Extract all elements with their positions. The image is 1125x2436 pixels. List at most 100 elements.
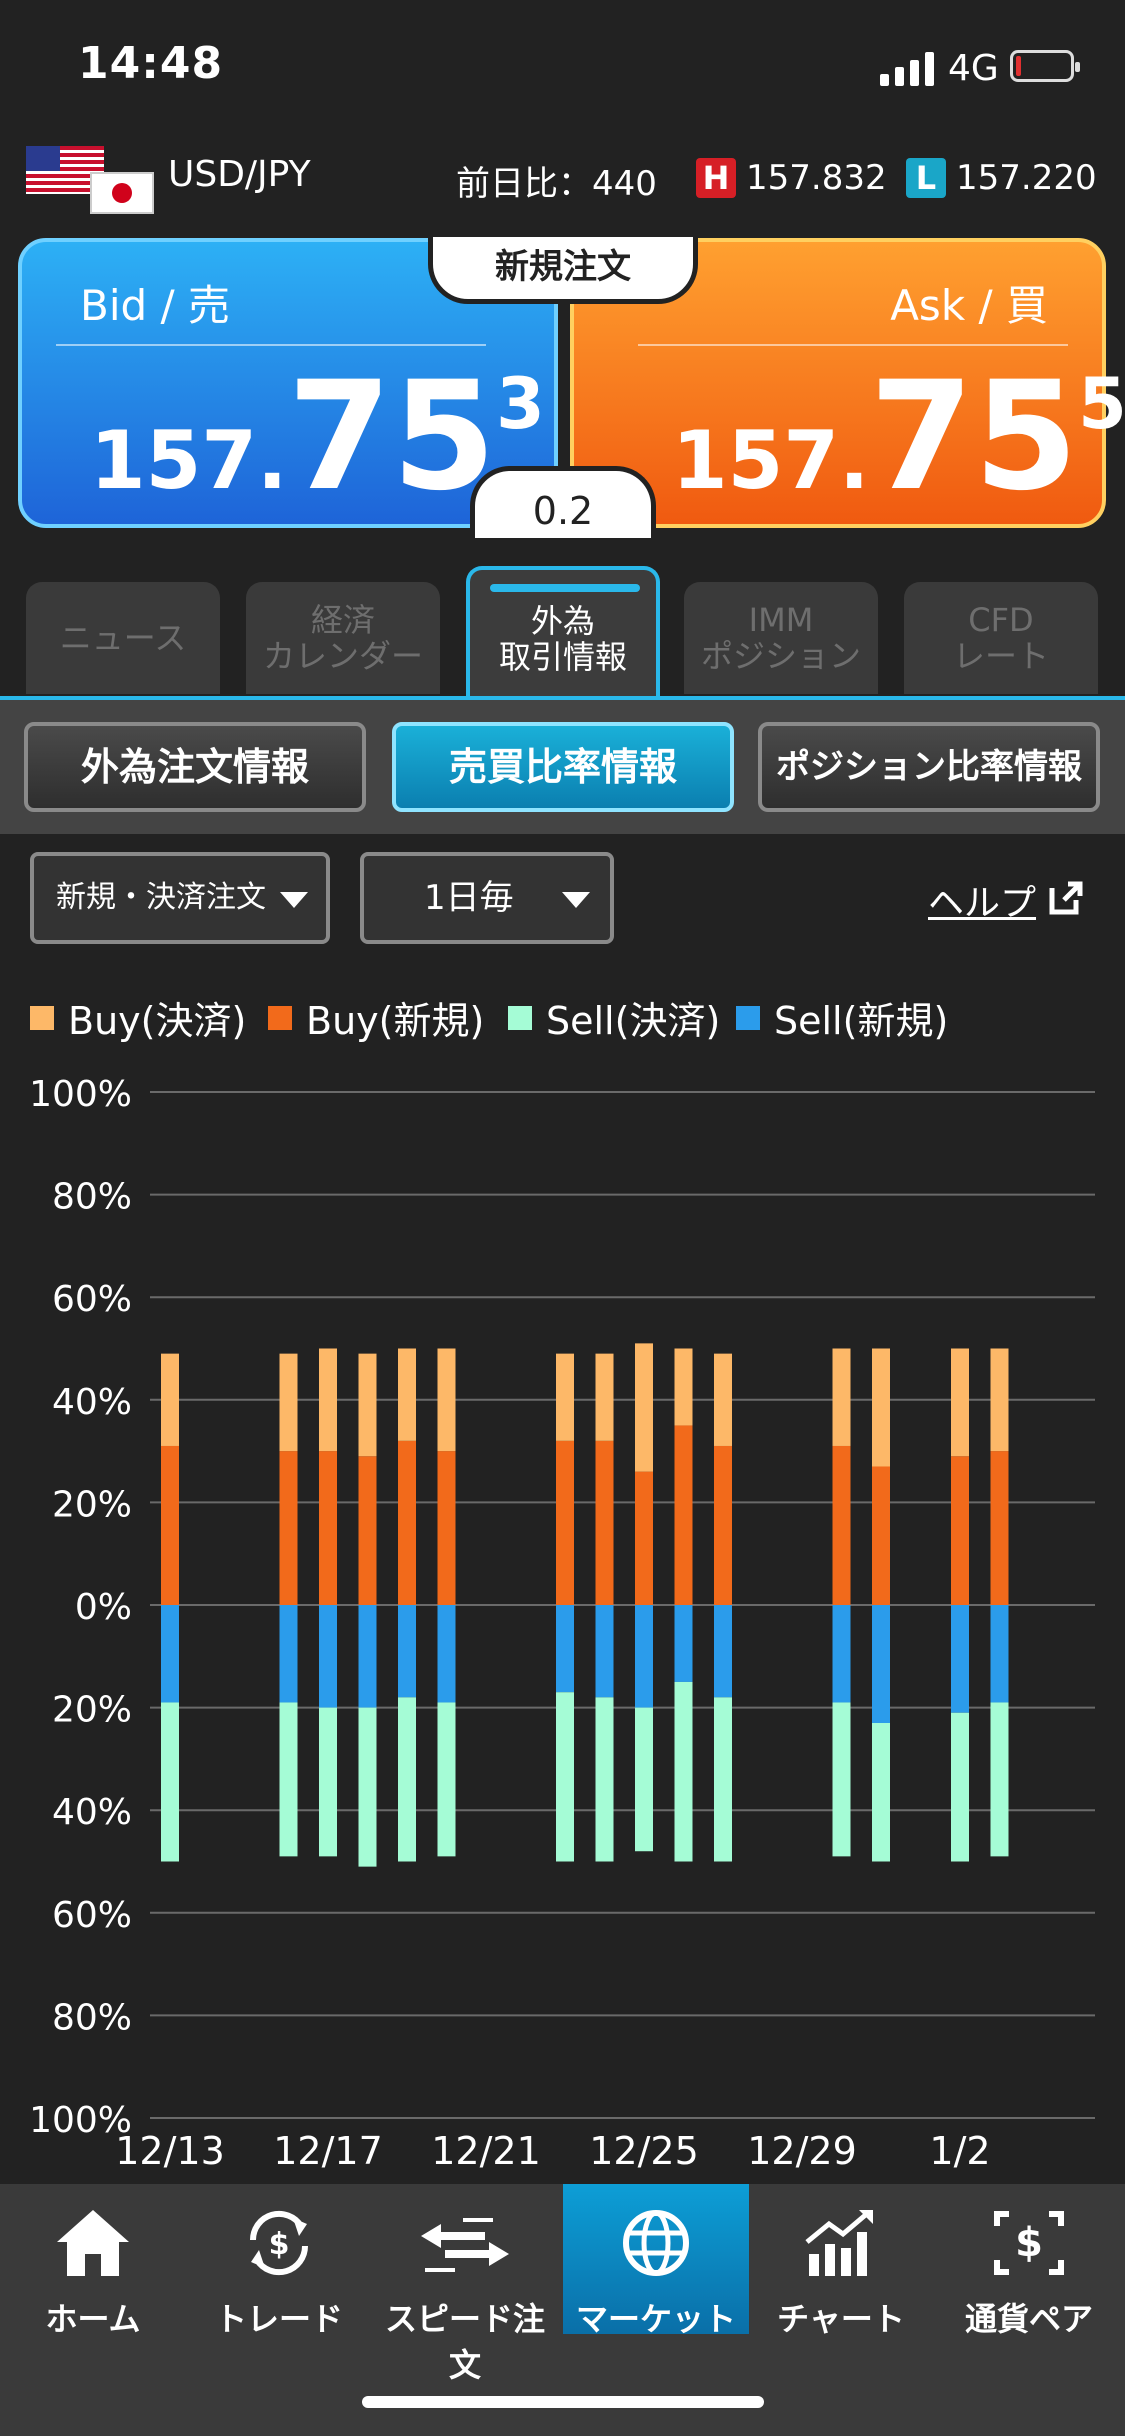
legend-swatch (736, 1005, 760, 1030)
y-tick-label: 60% (52, 1279, 132, 1320)
order-type-select[interactable]: 新規・決済注文 (30, 852, 330, 944)
bar-sell-close (437, 1702, 456, 1857)
legend-sell-close: Sell(決済) (508, 990, 720, 1045)
tab-economic-calendar[interactable]: 経済 カレンダー (246, 582, 440, 694)
bar-sell-new (398, 1605, 416, 1698)
bid-divider (56, 344, 486, 346)
bar-buy-new (398, 1440, 416, 1605)
tab-fx-trade-info[interactable]: 外為 取引情報 (466, 566, 660, 698)
tab-calendar-line2: カレンダー (262, 637, 423, 675)
bar-sell-new (990, 1605, 1009, 1703)
chevron-down-icon (280, 892, 308, 908)
nav-speed-order[interactable]: スピード注文 (372, 2184, 558, 2384)
y-tick-label: 20% (52, 1690, 132, 1731)
currency-pair-icon: $ (994, 2211, 1064, 2275)
bar-sell-new (951, 1605, 969, 1713)
bar-buy-new (595, 1440, 614, 1605)
bar-sell-close (319, 1707, 337, 1857)
bar-sell-close (990, 1702, 1009, 1857)
nav-speed-order-label: スピード注文 (384, 2300, 545, 2384)
bar-buy-close (595, 1353, 614, 1441)
tab-news[interactable]: ニュース (26, 582, 220, 694)
bar-sell-new (674, 1605, 693, 1682)
tab-cfd-rate[interactable]: CFD レート (904, 582, 1098, 694)
nav-chart[interactable]: チャート (748, 2184, 934, 2338)
globe-icon (623, 2210, 689, 2276)
external-link-icon[interactable] (1048, 880, 1084, 916)
tab-cfd-line1: CFD (968, 601, 1034, 639)
bar-sell-new (832, 1605, 851, 1703)
bid-price-prefix: 157. (90, 414, 288, 507)
bar-buy-close (161, 1353, 179, 1446)
help-link[interactable]: ヘルプ (928, 874, 1036, 926)
period-value: 1日毎 (424, 878, 514, 918)
low-badge: L (906, 158, 946, 198)
ask-label: Ask / 買 (890, 281, 1048, 330)
tab-cfd-line2: レート (952, 637, 1049, 675)
y-tick-label: 40% (52, 1382, 132, 1423)
bar-buy-new (635, 1471, 653, 1605)
bar-buy-close (714, 1353, 732, 1446)
bar-buy-new (674, 1425, 693, 1605)
tab-imm-line1: IMM (748, 601, 814, 639)
new-order-label[interactable]: 新規注文 (428, 232, 698, 304)
legend-swatch (30, 1005, 54, 1030)
bar-buy-close (990, 1348, 1009, 1452)
legend-swatch (268, 1005, 292, 1030)
bar-sell-new (595, 1605, 614, 1698)
tab-news-label: ニュース (59, 619, 187, 657)
bar-buy-close (279, 1353, 298, 1452)
nav-market-label: マーケット (575, 2300, 736, 2338)
battery-icon (1010, 50, 1080, 82)
bar-buy-close (832, 1348, 851, 1446)
y-tick-label: 0% (75, 1587, 132, 1628)
legend-sell-new: Sell(新規) (736, 990, 948, 1045)
bar-buy-close (319, 1348, 337, 1452)
speed-order-icon (421, 2218, 509, 2272)
period-select[interactable]: 1日毎 (360, 852, 614, 944)
chevron-down-icon (562, 892, 590, 908)
svg-text:$: $ (269, 2227, 290, 2262)
bar-sell-close (398, 1697, 416, 1862)
active-tab-indicator (490, 584, 640, 592)
nav-market[interactable]: マーケット (563, 2184, 749, 2338)
signal-icon (880, 52, 934, 86)
bar-sell-close (832, 1702, 851, 1857)
nav-trade[interactable]: $ トレード (186, 2184, 372, 2338)
x-tick-label: 12/21 (431, 2129, 541, 2173)
nav-currency-pair[interactable]: $ 通貨ペア (936, 2184, 1122, 2338)
bar-buy-close (872, 1348, 890, 1467)
home-indicator (362, 2396, 764, 2408)
bar-buy-close (556, 1353, 574, 1441)
jp-flag-icon (90, 172, 154, 214)
x-tick-label: 12/13 (115, 2129, 225, 2173)
nav-trade-label: トレード (214, 2300, 343, 2338)
trade-ratio-info-button[interactable]: 売買比率情報 (392, 722, 734, 812)
x-tick-label: 12/25 (589, 2129, 699, 2173)
network-label: 4G (948, 48, 999, 89)
bar-buy-new (279, 1451, 298, 1605)
fx-order-info-button[interactable]: 外為注文情報 (24, 722, 366, 812)
bar-sell-close (714, 1697, 732, 1862)
bar-buy-new (437, 1451, 456, 1605)
nav-home[interactable]: ホーム (0, 2184, 186, 2338)
bar-buy-close (951, 1348, 969, 1457)
bar-buy-new (161, 1445, 179, 1605)
position-ratio-info-button[interactable]: ポジション比率情報 (758, 722, 1100, 812)
bid-label: Bid / 売 (80, 281, 230, 330)
currency-pair-name: USD/JPY (168, 154, 311, 195)
bar-buy-close (635, 1343, 653, 1472)
bar-buy-close (437, 1348, 456, 1452)
chart-icon (805, 2210, 873, 2276)
high-badge: H (696, 158, 736, 198)
tab-imm-position[interactable]: IMM ポジション (684, 582, 878, 694)
ask-price-prefix: 157. (672, 414, 870, 507)
bar-buy-new (990, 1451, 1009, 1605)
high-value: 157.832 (746, 158, 887, 198)
legend-label: Buy(決済) (68, 999, 247, 1043)
y-tick-label: 80% (52, 1997, 132, 2038)
spread-value: 0.2 (470, 466, 656, 538)
x-tick-label: 12/17 (273, 2129, 383, 2173)
legend-label: Buy(新規) (306, 999, 485, 1043)
bar-sell-close (161, 1702, 179, 1862)
